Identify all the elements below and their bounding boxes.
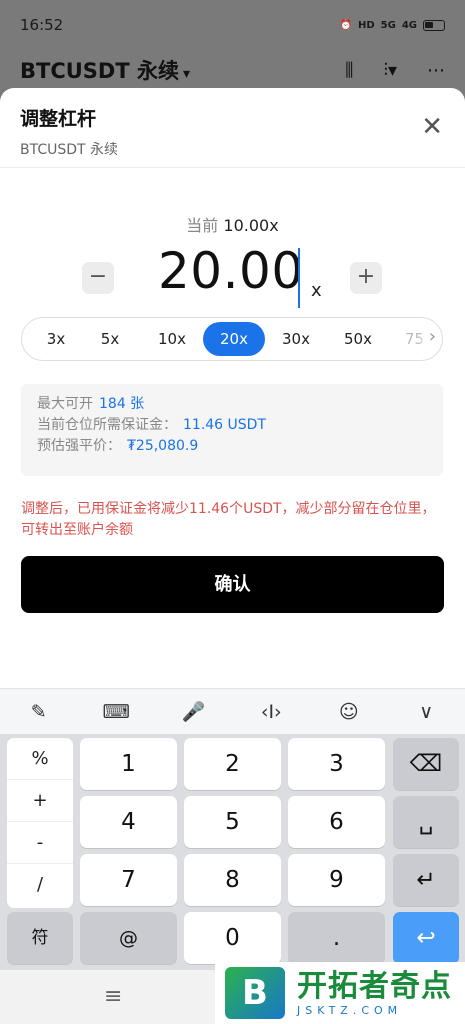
leverage-input[interactable]: 20.00: [158, 242, 304, 300]
key-9[interactable]: 9: [288, 854, 385, 906]
margin-value: 11.46 USDT: [183, 417, 266, 433]
watermark-text: 开拓者奇点 JSKTZ.COM: [297, 968, 452, 1017]
decrease-button[interactable]: −: [82, 262, 114, 294]
chart-settings-icon[interactable]: ⫶▾: [383, 60, 397, 81]
watermark-domain: JSKTZ.COM: [297, 1003, 403, 1017]
preset-chip[interactable]: 5x: [79, 322, 141, 356]
text-cursor: [298, 248, 300, 308]
keyboard-toolbar: ✎ ⌨ 🎤 ‹I› ☺ ∨: [0, 688, 465, 734]
preset-chip-active[interactable]: 20x: [203, 322, 265, 356]
alarm-icon: ⏰: [339, 19, 352, 31]
preset-chip[interactable]: 10x: [141, 322, 203, 356]
cursor-icon[interactable]: ‹I›: [248, 701, 294, 723]
key-3[interactable]: 3: [288, 738, 385, 790]
current-value: 10.00x: [223, 216, 279, 235]
key-5[interactable]: 5: [184, 796, 281, 848]
menu-icon[interactable]: ≡: [104, 984, 122, 1009]
more-icon[interactable]: ⋯: [427, 60, 445, 81]
warning-text: 调整后，已用保证金将减少11.46个USDT，减少部分留在仓位里，可转出至账户余…: [21, 501, 436, 538]
sheet-header: 调整杠杆 BTCUSDT 永续 ✕: [0, 88, 465, 168]
margin-row: 当前仓位所需保证金： 11.46 USDT: [37, 415, 427, 436]
liq-price-row: 预估强平价： ₮25,080.9: [37, 436, 427, 457]
background-app: 16:52 ⏰ HD 5G 4G BTCUSDT 永续 ▾ ⫼ ⫶▾ ⋯: [0, 0, 465, 100]
symbol-column: % + - /: [7, 738, 73, 908]
leverage-stepper: − 20.00 x +: [0, 242, 465, 312]
battery-icon: [423, 19, 445, 31]
key-2[interactable]: 2: [184, 738, 281, 790]
liq-price-value: ₮25,080.9: [127, 438, 199, 454]
symbol-name: BTCUSDT 永续: [20, 59, 179, 83]
candlestick-icon[interactable]: ⫼: [345, 60, 353, 81]
watermark: B 开拓者奇点 JSKTZ.COM: [215, 962, 465, 1024]
key-4[interactable]: 4: [80, 796, 177, 848]
key-1[interactable]: 1: [80, 738, 177, 790]
key-percent[interactable]: %: [7, 738, 73, 780]
space-icon[interactable]: ␣: [393, 796, 459, 848]
handwriting-icon[interactable]: ✎: [16, 701, 62, 723]
key-8[interactable]: 8: [184, 854, 281, 906]
key-6[interactable]: 6: [288, 796, 385, 848]
key-7[interactable]: 7: [80, 854, 177, 906]
current-label: 当前: [186, 216, 219, 235]
key-dot[interactable]: .: [288, 912, 385, 964]
hd-icon: HD: [357, 19, 375, 31]
app-title[interactable]: BTCUSDT 永续 ▾: [20, 55, 345, 85]
max-open-value: 184 张: [99, 396, 145, 412]
backspace-icon[interactable]: ⌫: [393, 738, 459, 790]
leverage-presets: 3x 5x 10x 20x 30x 50x 75x ›: [21, 317, 443, 361]
key-symbols[interactable]: 符: [7, 912, 73, 964]
max-open-label: 最大可开: [37, 396, 93, 412]
sheet-title: 调整杠杆: [20, 108, 97, 130]
preset-chip[interactable]: 50x: [327, 322, 389, 356]
current-leverage: 当前 10.00x: [0, 212, 465, 236]
margin-label: 当前仓位所需保证金：: [37, 417, 177, 433]
microphone-icon[interactable]: 🎤: [171, 700, 217, 723]
margin-info: 最大可开 184 张 当前仓位所需保证金： 11.46 USDT 预估强平价： ₮25…: [21, 384, 443, 476]
leverage-sheet: 调整杠杆 BTCUSDT 永续 ✕ 当前 10.00x − 20.00 x + …: [0, 88, 465, 688]
numeric-keyboard: % + - / 1 2 3 ⌫ 4 5 6 ␣ 7 8 9 ↵ 符 @ 0 . …: [0, 734, 465, 970]
status-bar: 16:52 ⏰ HD 5G 4G: [0, 0, 465, 50]
emoji-icon[interactable]: ☺: [326, 701, 372, 723]
preset-chip[interactable]: 30x: [265, 322, 327, 356]
close-icon[interactable]: ✕: [421, 114, 443, 140]
chevron-down-icon: ▾: [183, 66, 191, 82]
done-icon[interactable]: ↩: [393, 912, 459, 964]
5g-signal-icon: 5G: [380, 19, 396, 31]
status-time: 16:52: [20, 16, 64, 34]
watermark-logo: B: [225, 967, 285, 1019]
confirm-button[interactable]: 确认: [21, 556, 444, 613]
key-minus[interactable]: -: [7, 822, 73, 864]
watermark-name: 开拓者奇点: [297, 968, 452, 1004]
header-icons: ⫼ ⫶▾ ⋯: [345, 60, 445, 81]
chevron-right-icon[interactable]: ›: [418, 326, 436, 347]
leverage-unit: x: [311, 280, 322, 301]
key-slash[interactable]: /: [7, 864, 73, 906]
increase-button[interactable]: +: [350, 262, 382, 294]
enter-icon[interactable]: ↵: [393, 854, 459, 906]
sheet-subtitle: BTCUSDT 永续: [20, 142, 119, 158]
key-0[interactable]: 0: [184, 912, 281, 964]
keyboard-icon[interactable]: ⌨: [93, 701, 139, 723]
collapse-icon[interactable]: ∨: [403, 701, 449, 723]
max-open-row: 最大可开 184 张: [37, 394, 427, 415]
key-at[interactable]: @: [80, 912, 177, 964]
4g-signal-icon: 4G: [401, 19, 417, 31]
app-header: BTCUSDT 永续 ▾ ⫼ ⫶▾ ⋯: [0, 50, 465, 90]
liq-price-label: 预估强平价：: [37, 438, 121, 454]
key-plus[interactable]: +: [7, 780, 73, 822]
status-icons: ⏰ HD 5G 4G: [339, 19, 445, 31]
preset-chip[interactable]: 3x: [25, 322, 87, 356]
